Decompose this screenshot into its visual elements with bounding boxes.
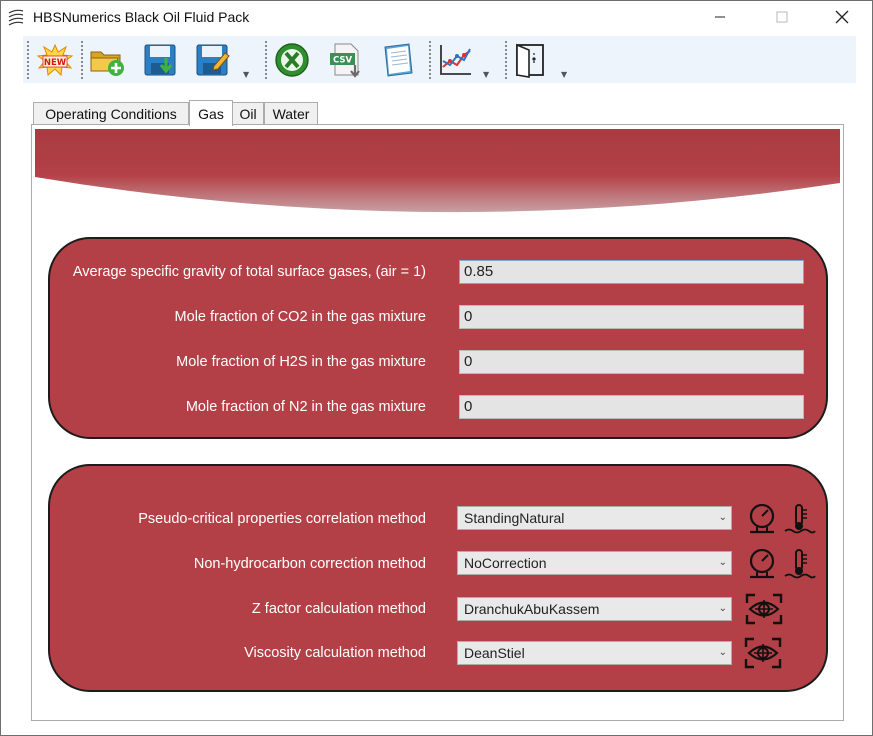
z-factor-method-select[interactable]: DranchukAbuKassem ⌄ (457, 597, 732, 621)
new-label: NEW (44, 58, 67, 68)
h2s-fraction-input[interactable]: 0 (459, 350, 804, 374)
save-button[interactable] (141, 40, 181, 80)
pressure-gauge-icon[interactable] (746, 547, 780, 581)
new-button[interactable]: NEW (35, 40, 75, 80)
tab-water[interactable]: Water (264, 102, 318, 125)
csv-export-icon: CSV (330, 43, 360, 78)
viscosity-method-value: DeanStiel (464, 645, 525, 661)
line-chart-icon (440, 45, 471, 75)
close-button[interactable] (819, 1, 865, 33)
specific-gravity-label: Average specific gravity of total surfac… (72, 264, 426, 280)
save-dropdown-arrow[interactable]: ▼ (243, 70, 253, 80)
minimize-button[interactable] (697, 1, 743, 33)
csv-button[interactable]: CSV (326, 40, 366, 80)
new-icon: NEW (36, 43, 74, 77)
exit-door-icon (516, 43, 544, 78)
header-banner (35, 129, 840, 213)
save-as-button[interactable] (193, 40, 233, 80)
toolbar-separator (265, 41, 267, 79)
app-logo-icon (8, 9, 24, 26)
toolbar-grip (27, 41, 29, 79)
pressure-gauge-icon[interactable] (746, 502, 780, 536)
calculation-methods-panel: Pseudo-critical properties correlation m… (48, 464, 828, 692)
excel-icon (275, 43, 309, 77)
tab-oil[interactable]: Oil (232, 102, 264, 125)
z-factor-method-label: Z factor calculation method (251, 601, 426, 617)
non-hydrocarbon-method-label: Non-hydrocarbon correction method (193, 556, 426, 572)
save-icon (144, 44, 176, 76)
minimize-icon (715, 16, 725, 18)
view-eye-icon[interactable] (744, 592, 784, 626)
chart-dropdown-arrow[interactable]: ▼ (483, 70, 493, 80)
co2-fraction-label: Mole fraction of CO2 in the gas mixture (174, 309, 426, 325)
viscosity-method-select[interactable]: DeanStiel ⌄ (457, 641, 732, 665)
gas-tab-page: Average specific gravity of total surfac… (31, 124, 844, 721)
viscosity-method-label: Viscosity calculation method (244, 645, 426, 661)
n2-fraction-input[interactable]: 0 (459, 395, 804, 419)
toolbar-separator (81, 41, 83, 79)
non-hydrocarbon-method-select[interactable]: NoCorrection ⌄ (457, 551, 732, 575)
gas-properties-panel: Average specific gravity of total surfac… (48, 237, 828, 439)
csv-label: CSV (333, 56, 353, 66)
co2-fraction-input[interactable]: 0 (459, 305, 804, 329)
pseudo-critical-method-select[interactable]: StandingNatural ⌄ (457, 506, 732, 530)
tab-label: Water (272, 106, 310, 122)
n2-fraction-label: Mole fraction of N2 in the gas mixture (185, 399, 426, 415)
temperature-icon[interactable] (783, 547, 817, 581)
chevron-down-icon: ⌄ (718, 603, 727, 614)
tab-label: Gas (198, 105, 224, 122)
z-factor-method-value: DranchukAbuKassem (464, 601, 600, 617)
view-eye-icon[interactable] (743, 636, 783, 670)
temperature-icon[interactable] (783, 502, 817, 536)
title-bar: HBSNumerics Black Oil Fluid Pack (1, 1, 872, 33)
chart-button[interactable] (435, 40, 475, 80)
close-icon (835, 10, 849, 24)
chevron-down-icon: ⌄ (718, 512, 727, 523)
maximize-button[interactable] (759, 1, 805, 33)
pseudo-critical-method-label: Pseudo-critical properties correlation m… (138, 511, 426, 527)
tab-gas[interactable]: Gas (189, 100, 233, 126)
non-hydrocarbon-method-value: NoCorrection (464, 555, 547, 571)
toolbar: NEW ▼ CSV ▼ ▼ (23, 36, 856, 83)
chevron-down-icon: ⌄ (718, 557, 727, 568)
app-window: HBSNumerics Black Oil Fluid Pack NEW ▼ C… (0, 0, 873, 736)
exit-dropdown-arrow[interactable]: ▼ (561, 70, 571, 80)
open-button[interactable] (87, 40, 127, 80)
pseudo-critical-method-value: StandingNatural (464, 510, 565, 526)
notes-button[interactable] (378, 40, 418, 80)
excel-button[interactable] (272, 40, 312, 80)
toolbar-separator (505, 41, 507, 79)
toolbar-separator (429, 41, 431, 79)
tab-label: Oil (239, 106, 257, 122)
tab-label: Operating Conditions (45, 106, 177, 122)
notepad-icon (384, 43, 413, 77)
exit-button[interactable] (511, 40, 551, 80)
open-add-icon (90, 51, 124, 76)
h2s-fraction-label: Mole fraction of H2S in the gas mixture (176, 354, 426, 370)
maximize-icon (776, 11, 788, 23)
save-edit-icon (196, 44, 230, 76)
specific-gravity-input[interactable]: 0.85 (459, 260, 804, 284)
tab-operating-conditions[interactable]: Operating Conditions (33, 102, 189, 125)
window-title: HBSNumerics Black Oil Fluid Pack (33, 9, 250, 25)
chevron-down-icon: ⌄ (718, 647, 727, 658)
